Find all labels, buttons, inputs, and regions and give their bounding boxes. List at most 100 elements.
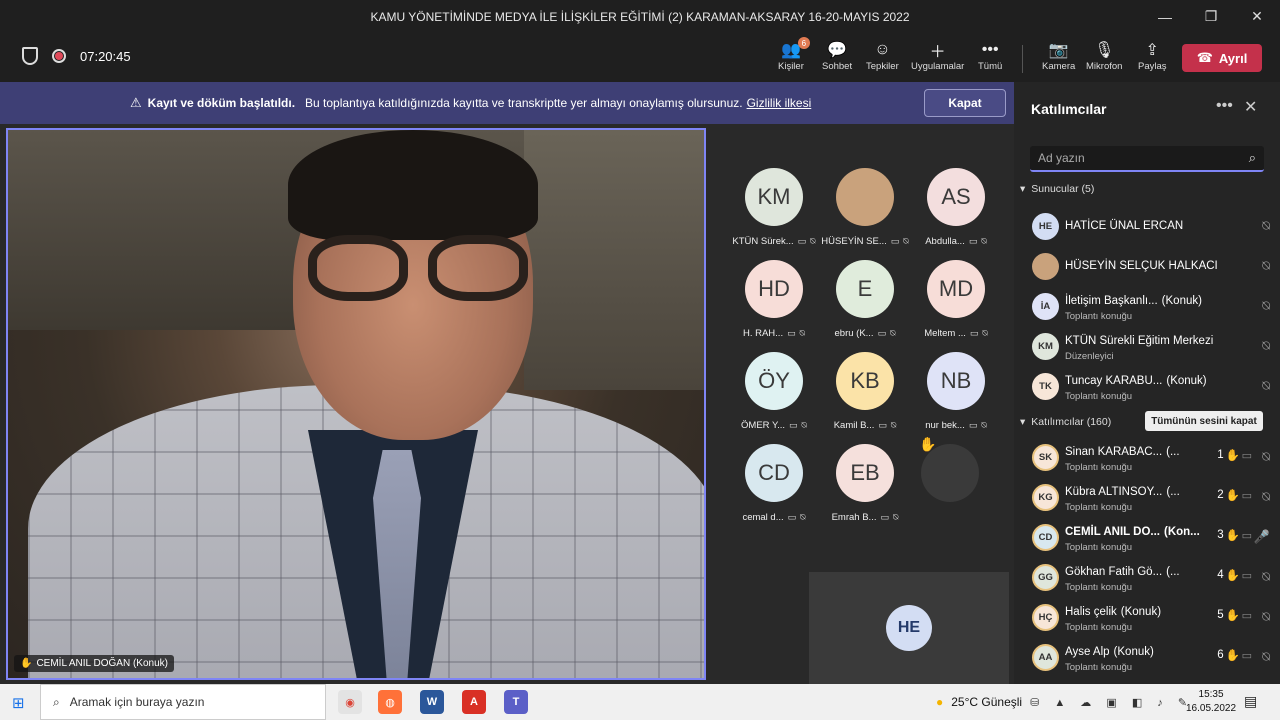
- participant-tile[interactable]: ÖY ÖMER Y... ▭ ⍉: [730, 352, 818, 442]
- mic-off-icon[interactable]: ⍉: [1262, 218, 1270, 234]
- mic-off-icon[interactable]: ⍉: [1262, 258, 1270, 274]
- attendees-section-toggle[interactable]: ▾ Katılımcılar (160): [1020, 416, 1111, 428]
- mic-off-icon[interactable]: ⍉: [1262, 489, 1270, 505]
- participant-tag: (Konuk): [1166, 375, 1207, 387]
- participant-tile[interactable]: CD cemal d... ▭ ⍉: [730, 444, 818, 534]
- participant-role: Toplantı konuğu: [1065, 662, 1133, 673]
- hand-order-number: 4: [1217, 569, 1224, 581]
- mic-off-icon[interactable]: ⍉: [1262, 569, 1270, 585]
- reactions-label: Tepkiler: [866, 61, 899, 72]
- raised-hand-icon: ✋: [1225, 650, 1240, 662]
- reactions-button[interactable]: ☺ Tepkiler: [866, 39, 899, 79]
- presenter-row[interactable]: HÜSEYİN SELÇUK HALKACI ⍉: [1030, 249, 1270, 285]
- people-label: Kişiler: [778, 61, 804, 72]
- presenter-row[interactable]: İA İletişim Başkanlı... (Konuk) Toplantı ko…: [1030, 289, 1270, 325]
- presenter-row[interactable]: KM KTÜN Sürekli Eğitim Merkezi Düzenleyici…: [1030, 329, 1270, 365]
- taskbar-search-input[interactable]: ⌕ Aramak için buraya yazın: [40, 684, 326, 720]
- notification-icon[interactable]: ▤: [1244, 693, 1257, 710]
- weather-text[interactable]: 25°C Güneşli: [951, 695, 1022, 709]
- participant-tile[interactable]: EB Emrah B... ▭ ⍉: [821, 444, 909, 534]
- people-count-badge: 6: [797, 37, 810, 49]
- acrobat-icon[interactable]: A: [462, 690, 486, 714]
- microphone-button[interactable]: 🎙 Mikrofon: [1086, 39, 1122, 79]
- participant-role: Toplantı konuğu: [1065, 542, 1133, 553]
- mic-off-icon[interactable]: ⍉: [1262, 298, 1270, 314]
- maximize-icon[interactable]: ❐: [1188, 0, 1234, 33]
- participant-tile[interactable]: Eebru (K... ▭ ⍉: [821, 260, 909, 350]
- participant-avatar: TK: [1032, 373, 1059, 400]
- hand-order-number: 3: [1217, 529, 1224, 541]
- chrome-icon[interactable]: ◉: [338, 690, 362, 714]
- chat-button[interactable]: 💬 Sohbet: [822, 39, 852, 79]
- apps-button[interactable]: ＋ Uygulamalar: [911, 39, 964, 79]
- attendee-row[interactable]: HÇ Halis çelik (Konuk) Toplantı konuğu 5 ✋ ▭ ⍉: [1030, 600, 1270, 636]
- camera-button[interactable]: 📷 Kamera: [1042, 39, 1075, 79]
- close-window-icon[interactable]: ✕: [1234, 0, 1280, 33]
- participant-search-input[interactable]: Ad yazın ⌕: [1030, 146, 1264, 172]
- camera-off-icon: ▭: [880, 512, 889, 522]
- teams-icon[interactable]: T: [504, 690, 528, 714]
- participant-tile[interactable]: AS Abdulla... ▭ ⍉: [912, 168, 1000, 258]
- mic-off-icon: ⍉: [892, 512, 899, 522]
- participant-tile[interactable]: HÜSEYİN SE... ▭ ⍉: [821, 168, 909, 258]
- camera-off-icon: ▭: [968, 236, 978, 246]
- minimize-icon[interactable]: —: [1142, 0, 1188, 33]
- participant-role: Toplantı konuğu: [1065, 622, 1133, 633]
- participant-tile[interactable]: KB Kamil B... ▭ ⍉: [821, 352, 909, 442]
- attendee-row[interactable]: GG Gökhan Fatih Gö... (... Toplantı konuğu 4…: [1030, 560, 1270, 596]
- attendee-row[interactable]: KG Kübra ALTINSOY... (... Toplantı konuğu 2 ✋…: [1030, 480, 1270, 516]
- presenters-section-toggle[interactable]: ▾ Sunucular (5): [1020, 183, 1094, 195]
- taskbar-clock[interactable]: 15:35 16.05.2022: [1186, 688, 1236, 716]
- word-icon[interactable]: W: [420, 690, 444, 714]
- participant-tile[interactable]: KM KTÜN Sürek... ▭ ⍉: [730, 168, 818, 258]
- participant-tile-label: Kamil B... ▭ ⍉: [834, 420, 897, 431]
- banner-close-button[interactable]: Kapat: [924, 89, 1006, 117]
- participant-tile[interactable]: NB nur bek... ▭ ⍉: [912, 352, 1000, 442]
- main-video-name: CEMİL ANIL DOĞAN (Konuk): [36, 658, 168, 669]
- raised-hand-order: 1 ✋: [1217, 448, 1240, 462]
- mic-off-icon[interactable]: ⍉: [1262, 609, 1270, 625]
- participant-name: KTÜN Sürek...: [732, 236, 794, 247]
- participant-tag: (Konuk): [1120, 606, 1162, 618]
- participant-tag: (Konuk): [1161, 295, 1202, 307]
- mic-off-icon[interactable]: ⍉: [1262, 378, 1270, 394]
- participant-name: Meltem ...: [924, 328, 966, 339]
- participant-avatar: İA: [1032, 293, 1059, 320]
- more-button[interactable]: ••• Tümü: [978, 39, 1002, 79]
- panel-more-icon[interactable]: •••: [1216, 97, 1233, 115]
- mic-off-icon[interactable]: ⍉: [1262, 449, 1270, 465]
- participant-tile[interactable]: ✋: [906, 436, 994, 534]
- privacy-link[interactable]: Gizlilik ilkesi: [747, 96, 812, 110]
- share-button[interactable]: ⇪ Paylaş: [1138, 39, 1167, 79]
- chat-label: Sohbet: [822, 61, 853, 72]
- mic-on-icon[interactable]: 🎤: [1254, 529, 1270, 545]
- camera-label: Kamera: [1042, 61, 1076, 72]
- mute-all-button[interactable]: Tümünün sesini kapat: [1145, 411, 1263, 431]
- participant-tile[interactable]: HD H. RAH... ▭ ⍉: [730, 260, 818, 350]
- attendee-row[interactable]: CD CEMİL ANIL DO... (Kon... Toplantı konuğu…: [1030, 520, 1270, 556]
- shield-icon[interactable]: [22, 47, 38, 65]
- people-button[interactable]: 👥 6 Kişiler: [778, 37, 810, 79]
- mic-off-icon[interactable]: ⍉: [1262, 338, 1270, 354]
- leave-button[interactable]: ☎ Ayrıl: [1182, 44, 1262, 72]
- tray-icons[interactable]: ⛁ ▲ ☁ ▣ ◧ ♪ ✎: [1030, 696, 1193, 709]
- attendee-row[interactable]: AA Ayse Alp (Konuk) Toplantı konuğu 6 ✋ ▭ ⍉: [1030, 640, 1270, 676]
- participant-name-line: CEMİL ANIL DO... (Kon...: [1065, 526, 1200, 538]
- apps-label: Uygulamalar: [911, 61, 965, 72]
- panel-close-icon[interactable]: ✕: [1244, 97, 1257, 117]
- more-label: Tümü: [978, 61, 1003, 72]
- mic-off-icon[interactable]: ⍉: [1262, 649, 1270, 665]
- self-video-box[interactable]: HE: [809, 572, 1009, 684]
- camera-off-icon: ▭: [1241, 650, 1252, 662]
- participant-tile[interactable]: MD Meltem ... ▭ ⍉: [912, 260, 1000, 350]
- firefox-icon[interactable]: ◍: [378, 690, 402, 714]
- main-video[interactable]: ✋ CEMİL ANIL DOĞAN (Konuk): [6, 128, 706, 680]
- attendee-row[interactable]: SK Sinan KARABAC... (... Toplantı konuğu 1 ✋ ▭…: [1030, 440, 1270, 476]
- meeting-stage: ✋ CEMİL ANIL DOĞAN (Konuk) KM KTÜN Sürek.…: [0, 124, 1014, 684]
- participant-name: KTÜN Sürekli Eğitim Merkezi: [1065, 335, 1214, 347]
- windows-start-icon[interactable]: ⊞: [12, 694, 25, 712]
- participant-role: Düzenleyici: [1065, 351, 1114, 362]
- panel-title: Katılımcılar: [1031, 101, 1107, 117]
- presenter-row[interactable]: TK Tuncay KARABU... (Konuk) Toplantı konuğu…: [1030, 369, 1270, 405]
- presenter-row[interactable]: HE HATİCE ÜNAL ERCAN ⍉: [1030, 209, 1270, 245]
